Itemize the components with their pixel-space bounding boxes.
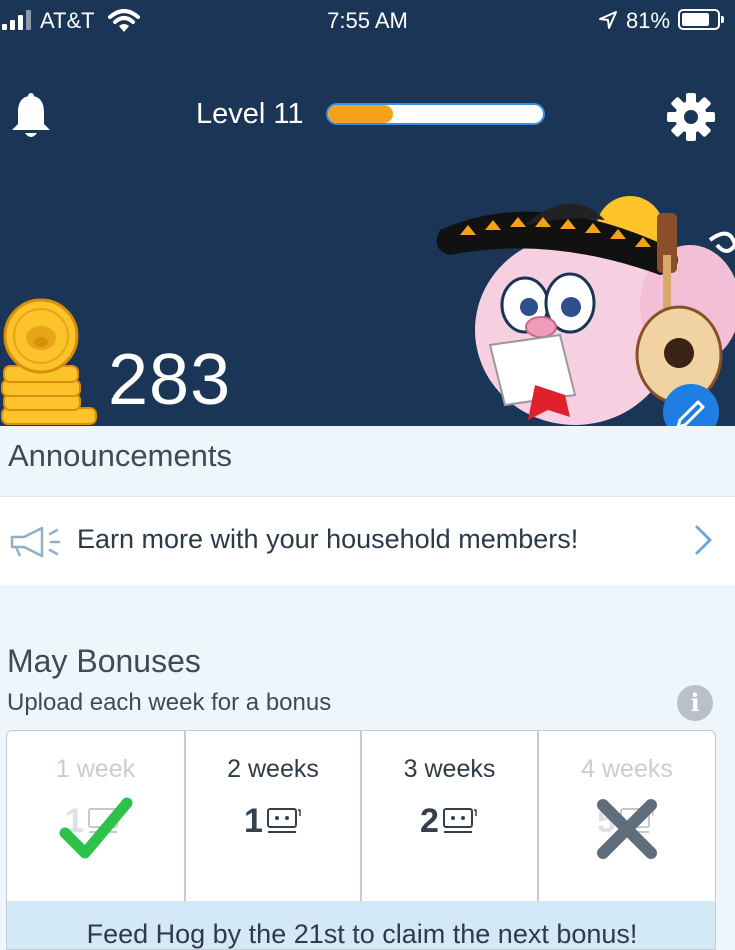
bonus-cell-value: 1 <box>244 802 263 840</box>
points-balance: 283 <box>108 340 232 420</box>
info-icon[interactable]: i <box>677 685 713 721</box>
pencil-icon <box>676 400 705 426</box>
battery-icon <box>678 9 724 30</box>
bonus-cell-1-week: 1 week 1 <box>7 731 186 901</box>
bonus-cell-label: 2 weeks <box>227 755 319 783</box>
status-bar: AT&T 7:55 AM 81% <box>0 0 735 40</box>
gear-icon[interactable] <box>666 92 716 142</box>
bonus-cell-label: 4 weeks <box>581 755 673 783</box>
bonus-footer: Feed Hog by the 21st to claim the next b… <box>7 901 715 949</box>
megaphone-icon <box>10 526 61 558</box>
level-progress-bar <box>326 103 545 125</box>
level-label: Level 11 <box>196 98 304 130</box>
ticket-icon <box>267 808 301 833</box>
announcement-item[interactable]: Earn more with your household members! <box>0 496 735 585</box>
bonus-cell-value: 2 <box>420 802 439 840</box>
bonus-footer-text: Feed Hog by the 21st to claim the next b… <box>86 919 638 949</box>
bonus-cell-4-weeks: 4 weeks 5 <box>539 731 715 901</box>
bonus-cell-3-weeks: 3 weeks 2 <box>362 731 539 901</box>
announcements-heading: Announcements <box>8 438 233 473</box>
bonus-cell-label: 3 weeks <box>403 755 496 783</box>
check-icon <box>59 797 133 859</box>
coin-stack-icon <box>1 298 97 425</box>
bell-icon[interactable] <box>10 92 52 140</box>
bonus-cell-label: 1 week <box>55 755 136 783</box>
edit-avatar-button[interactable] <box>663 384 719 426</box>
bonuses-title: May Bonuses <box>7 643 201 679</box>
status-time: 7:55 AM <box>327 8 408 33</box>
battery-percent: 81% <box>626 8 671 33</box>
chevron-right-icon <box>695 525 712 555</box>
header-section: AT&T 7:55 AM 81% Level 11 283 <box>0 0 735 426</box>
announcement-text: Earn more with your household members! <box>77 524 579 554</box>
ticket-icon <box>443 808 477 833</box>
bonus-grid: 1 week 1 2 weeks 1 3 weeks 2 4 weeks 5 F… <box>6 730 716 950</box>
bonuses-subtitle: Upload each week for a bonus <box>7 689 332 716</box>
bonus-cell-2-weeks: 2 weeks 1 <box>186 731 362 901</box>
location-arrow-icon <box>599 11 617 29</box>
x-icon <box>597 799 657 859</box>
